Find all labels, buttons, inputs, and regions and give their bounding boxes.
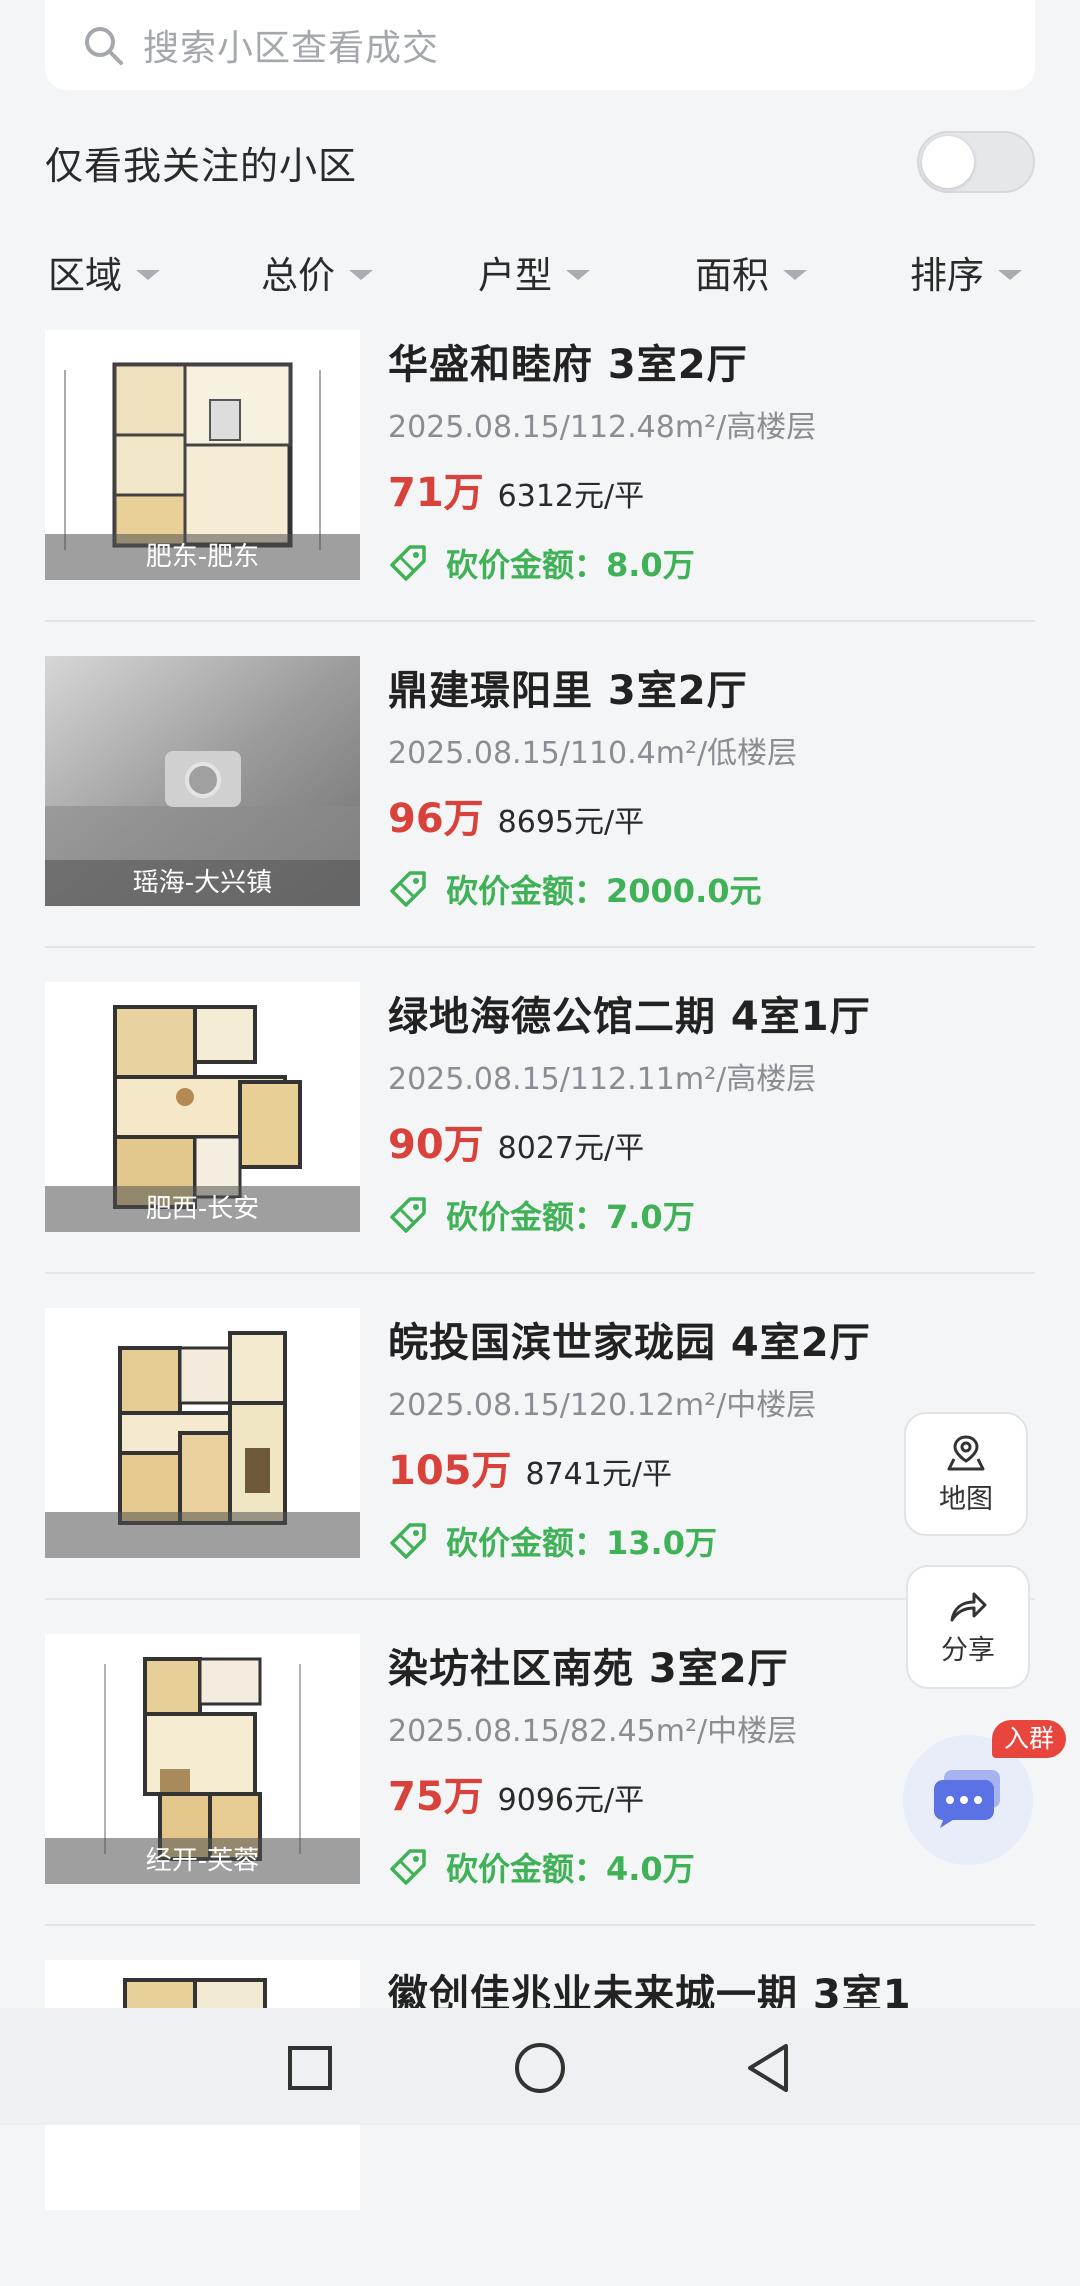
filter-total-price[interactable]: 总价 xyxy=(261,245,373,299)
price-tag-icon xyxy=(390,871,426,907)
chat-bubble-icon xyxy=(934,1770,1000,1828)
district-caption: 肥东-肥东 xyxy=(45,534,360,580)
price-row: 71万 6312元/平 xyxy=(388,460,644,518)
floorplan-image: 肥西-长安 xyxy=(45,982,360,1232)
square-nav-icon[interactable] xyxy=(280,2038,340,2098)
price-row: 75万 9096元/平 xyxy=(388,1764,644,1822)
filter-district[interactable]: 区域 xyxy=(48,245,160,299)
filter-layout[interactable]: 户型 xyxy=(478,245,590,299)
bargain-amount: 砍价金额：8.0万 xyxy=(446,546,695,584)
listing-meta: 2025.08.15/82.45m²/中楼层 xyxy=(388,1714,798,1749)
unit-price: 8027元/平 xyxy=(497,1131,645,1166)
bargain-row: 砍价金额：2000.0元 xyxy=(388,866,762,912)
follow-toggle[interactable] xyxy=(917,131,1035,193)
back-triangle-icon[interactable] xyxy=(740,2038,800,2098)
listing-title: 华盛和睦府 3室2厅 xyxy=(388,342,748,388)
circle-nav-icon[interactable] xyxy=(510,2038,570,2098)
total-price: 75万 xyxy=(388,1774,484,1820)
filter-area[interactable]: 面积 xyxy=(695,245,807,299)
total-price: 90万 xyxy=(388,1122,484,1168)
chevron-down-icon xyxy=(998,270,1022,280)
listing-title: 鼎建璟阳里 3室2厅 xyxy=(388,668,748,714)
follow-filter-label: 仅看我关注的小区 xyxy=(45,143,358,188)
share-button-label: 分享 xyxy=(941,1634,995,1666)
divider xyxy=(45,1924,1035,1926)
bargain-amount: 砍价金额：4.0万 xyxy=(446,1850,695,1888)
chevron-down-icon xyxy=(349,270,373,280)
price-tag-icon xyxy=(390,1197,426,1233)
district-caption: 瑶海-大兴镇 xyxy=(45,860,360,906)
search-icon xyxy=(85,27,123,65)
bargain-row: 砍价金额：8.0万 xyxy=(388,540,695,586)
listing-item[interactable]: 肥东-肥东 华盛和睦府 3室2厅 2025.08.15/112.48m²/高楼层… xyxy=(0,330,1080,656)
share-button[interactable]: 分享 xyxy=(906,1565,1030,1689)
divider xyxy=(45,1272,1035,1274)
placeholder-photo: 瑶海-大兴镇 xyxy=(45,656,360,906)
map-button-label: 地图 xyxy=(939,1483,993,1515)
divider xyxy=(45,620,1035,622)
price-tag-icon xyxy=(390,1849,426,1885)
divider xyxy=(45,946,1035,948)
price-tag-icon xyxy=(390,545,426,581)
unit-price: 9096元/平 xyxy=(497,1783,645,1818)
price-tag-icon xyxy=(390,1523,426,1559)
bargain-row: 砍价金额：13.0万 xyxy=(388,1518,717,1564)
district-caption: 经开-芙蓉 xyxy=(45,1838,360,1884)
map-pin-icon xyxy=(947,1434,985,1470)
unit-price: 6312元/平 xyxy=(497,479,645,514)
search-input[interactable]: 搜索小区查看成交 xyxy=(143,19,439,71)
listing-item[interactable]: 肥西-长安 绿地海德公馆二期 4室1厅 2025.08.15/112.11m²/… xyxy=(0,982,1080,1308)
listing-title: 染坊社区南苑 3室2厅 xyxy=(388,1646,789,1692)
chevron-down-icon xyxy=(566,270,590,280)
divider xyxy=(45,1598,1035,1600)
listing-meta: 2025.08.15/120.12m²/中楼层 xyxy=(388,1388,817,1423)
chevron-down-icon xyxy=(783,270,807,280)
listing-meta: 2025.08.15/112.48m²/高楼层 xyxy=(388,410,817,445)
filter-bar: 区域 总价 户型 面积 排序 xyxy=(48,245,1038,305)
total-price: 71万 xyxy=(388,470,484,516)
filter-sort[interactable]: 排序 xyxy=(910,245,1022,299)
price-row: 105万 8741元/平 xyxy=(388,1438,672,1496)
bargain-row: 砍价金额：7.0万 xyxy=(388,1192,695,1238)
join-group-badge[interactable]: 入群 xyxy=(992,1720,1067,1758)
bargain-row: 砍价金额：4.0万 xyxy=(388,1844,695,1890)
total-price: 105万 xyxy=(388,1448,512,1494)
listing-title: 绿地海德公馆二期 4室1厅 xyxy=(388,994,871,1040)
total-price: 96万 xyxy=(388,796,484,842)
listing-item[interactable]: 瑶海-大兴镇 鼎建璟阳里 3室2厅 2025.08.15/110.4m²/低楼层… xyxy=(0,656,1080,982)
price-row: 96万 8695元/平 xyxy=(388,786,644,844)
unit-price: 8741元/平 xyxy=(525,1457,672,1492)
district-caption: 肥西-长安 xyxy=(45,1186,360,1232)
district-caption xyxy=(45,1512,360,1558)
chevron-down-icon xyxy=(136,270,160,280)
listing-meta: 2025.08.15/110.4m²/低楼层 xyxy=(388,736,798,771)
listing-title: 皖投国滨世家珑园 4室2厅 xyxy=(388,1320,871,1366)
search-bar[interactable]: 搜索小区查看成交 xyxy=(45,0,1035,90)
floorplan-image xyxy=(45,1308,360,1558)
share-arrow-icon xyxy=(950,1592,987,1621)
map-button[interactable]: 地图 xyxy=(904,1412,1028,1536)
listing-meta: 2025.08.15/112.11m²/高楼层 xyxy=(388,1062,817,1097)
bargain-amount: 砍价金额：7.0万 xyxy=(446,1198,695,1236)
unit-price: 8695元/平 xyxy=(497,805,645,840)
system-nav-bar xyxy=(0,2008,1080,2125)
bargain-amount: 砍价金额：2000.0元 xyxy=(446,872,762,910)
price-row: 90万 8027元/平 xyxy=(388,1112,644,1170)
floorplan-image: 肥东-肥东 xyxy=(45,330,360,580)
follow-filter-row: 仅看我关注的小区 xyxy=(45,130,1035,194)
bargain-amount: 砍价金额：13.0万 xyxy=(446,1524,717,1562)
floorplan-image: 经开-芙蓉 xyxy=(45,1634,360,1884)
